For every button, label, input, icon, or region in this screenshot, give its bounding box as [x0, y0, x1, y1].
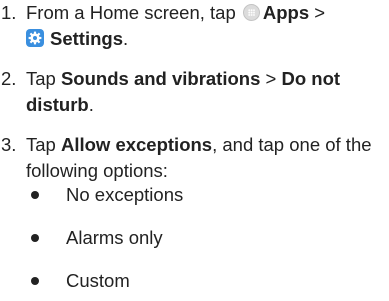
option-no-exceptions: No exceptions	[66, 184, 184, 205]
option-custom: Custom	[66, 270, 130, 291]
bullet-icon	[31, 191, 39, 199]
step-text: Tap Sounds and vibrations > Do not distu…	[26, 68, 341, 115]
step-number: 1.	[1, 2, 17, 23]
step-text: From a Home screen, tap Apps > Settings.	[26, 2, 326, 49]
step-number: 3.	[1, 134, 17, 155]
apps-label: Apps	[262, 2, 310, 23]
settings-label: Settings	[50, 28, 123, 49]
sounds-and-vibrations-label: Sounds and vibrations	[60, 68, 261, 89]
option-alarms-only: Alarms only	[66, 227, 163, 248]
allow-exceptions-label: Allow exceptions	[60, 134, 213, 155]
apps-grid-icon	[242, 4, 260, 21]
bullet-icon	[31, 277, 39, 285]
bullet-icon	[31, 234, 39, 242]
gear-icon	[26, 29, 44, 47]
step-text: Tap Allow exceptions, and tap one of the…	[26, 134, 372, 181]
step-number: 2.	[1, 68, 17, 89]
